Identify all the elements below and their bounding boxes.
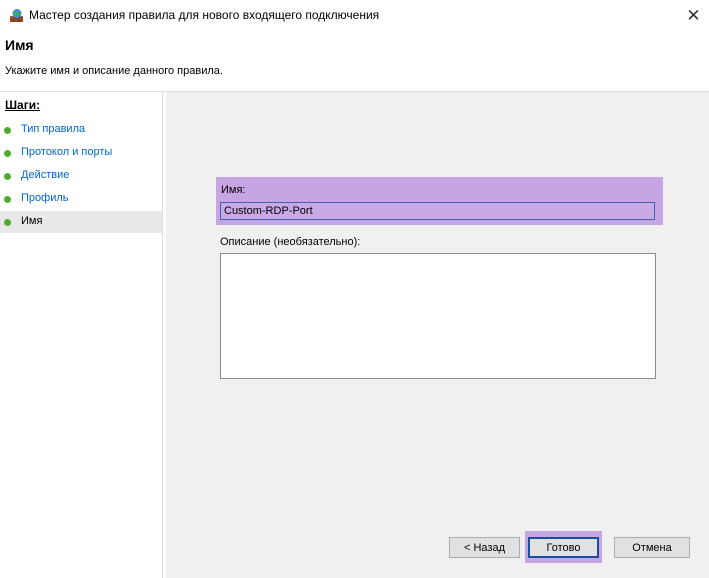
description-textarea[interactable] [220, 253, 656, 379]
sidebar-item-action[interactable]: Действие [0, 165, 162, 187]
completed-step-icon [4, 127, 11, 134]
steps-sidebar: Шаги: Тип правила Протокол и порты Дейст… [0, 92, 163, 578]
sidebar-item-profile[interactable]: Профиль [0, 188, 162, 210]
close-button[interactable]: ✕ [678, 0, 709, 31]
name-input[interactable] [220, 202, 655, 220]
current-step-icon [4, 219, 11, 226]
close-icon: ✕ [686, 5, 701, 25]
sidebar-item-rule-type[interactable]: Тип правила [0, 119, 162, 141]
sidebar-item-label: Имя [21, 215, 43, 227]
title-bar: Мастер создания правила для нового входя… [0, 0, 709, 31]
completed-step-icon [4, 196, 11, 203]
sidebar-item-label: Профиль [21, 192, 69, 204]
sidebar-item-name: Имя [0, 211, 162, 233]
description-label: Описание (необязательно): [220, 236, 361, 248]
completed-step-icon [4, 150, 11, 157]
page-title: Имя [5, 37, 34, 53]
name-label: Имя: [221, 184, 246, 196]
completed-step-icon [4, 173, 11, 180]
cancel-button[interactable]: Отмена [614, 537, 690, 558]
firewall-wizard-icon [10, 9, 23, 22]
sidebar-item-protocol-ports[interactable]: Протокол и порты [0, 142, 162, 164]
steps-heading: Шаги: [5, 98, 41, 112]
sidebar-item-label: Тип правила [21, 123, 86, 135]
sidebar-item-label: Протокол и порты [21, 146, 113, 158]
finish-button[interactable]: Готово [528, 537, 599, 558]
page-description: Укажите имя и описание данного правила. [5, 65, 223, 77]
back-button[interactable]: < Назад [449, 537, 520, 558]
sidebar-item-label: Действие [21, 169, 70, 181]
window-title: Мастер создания правила для нового входя… [29, 8, 380, 22]
